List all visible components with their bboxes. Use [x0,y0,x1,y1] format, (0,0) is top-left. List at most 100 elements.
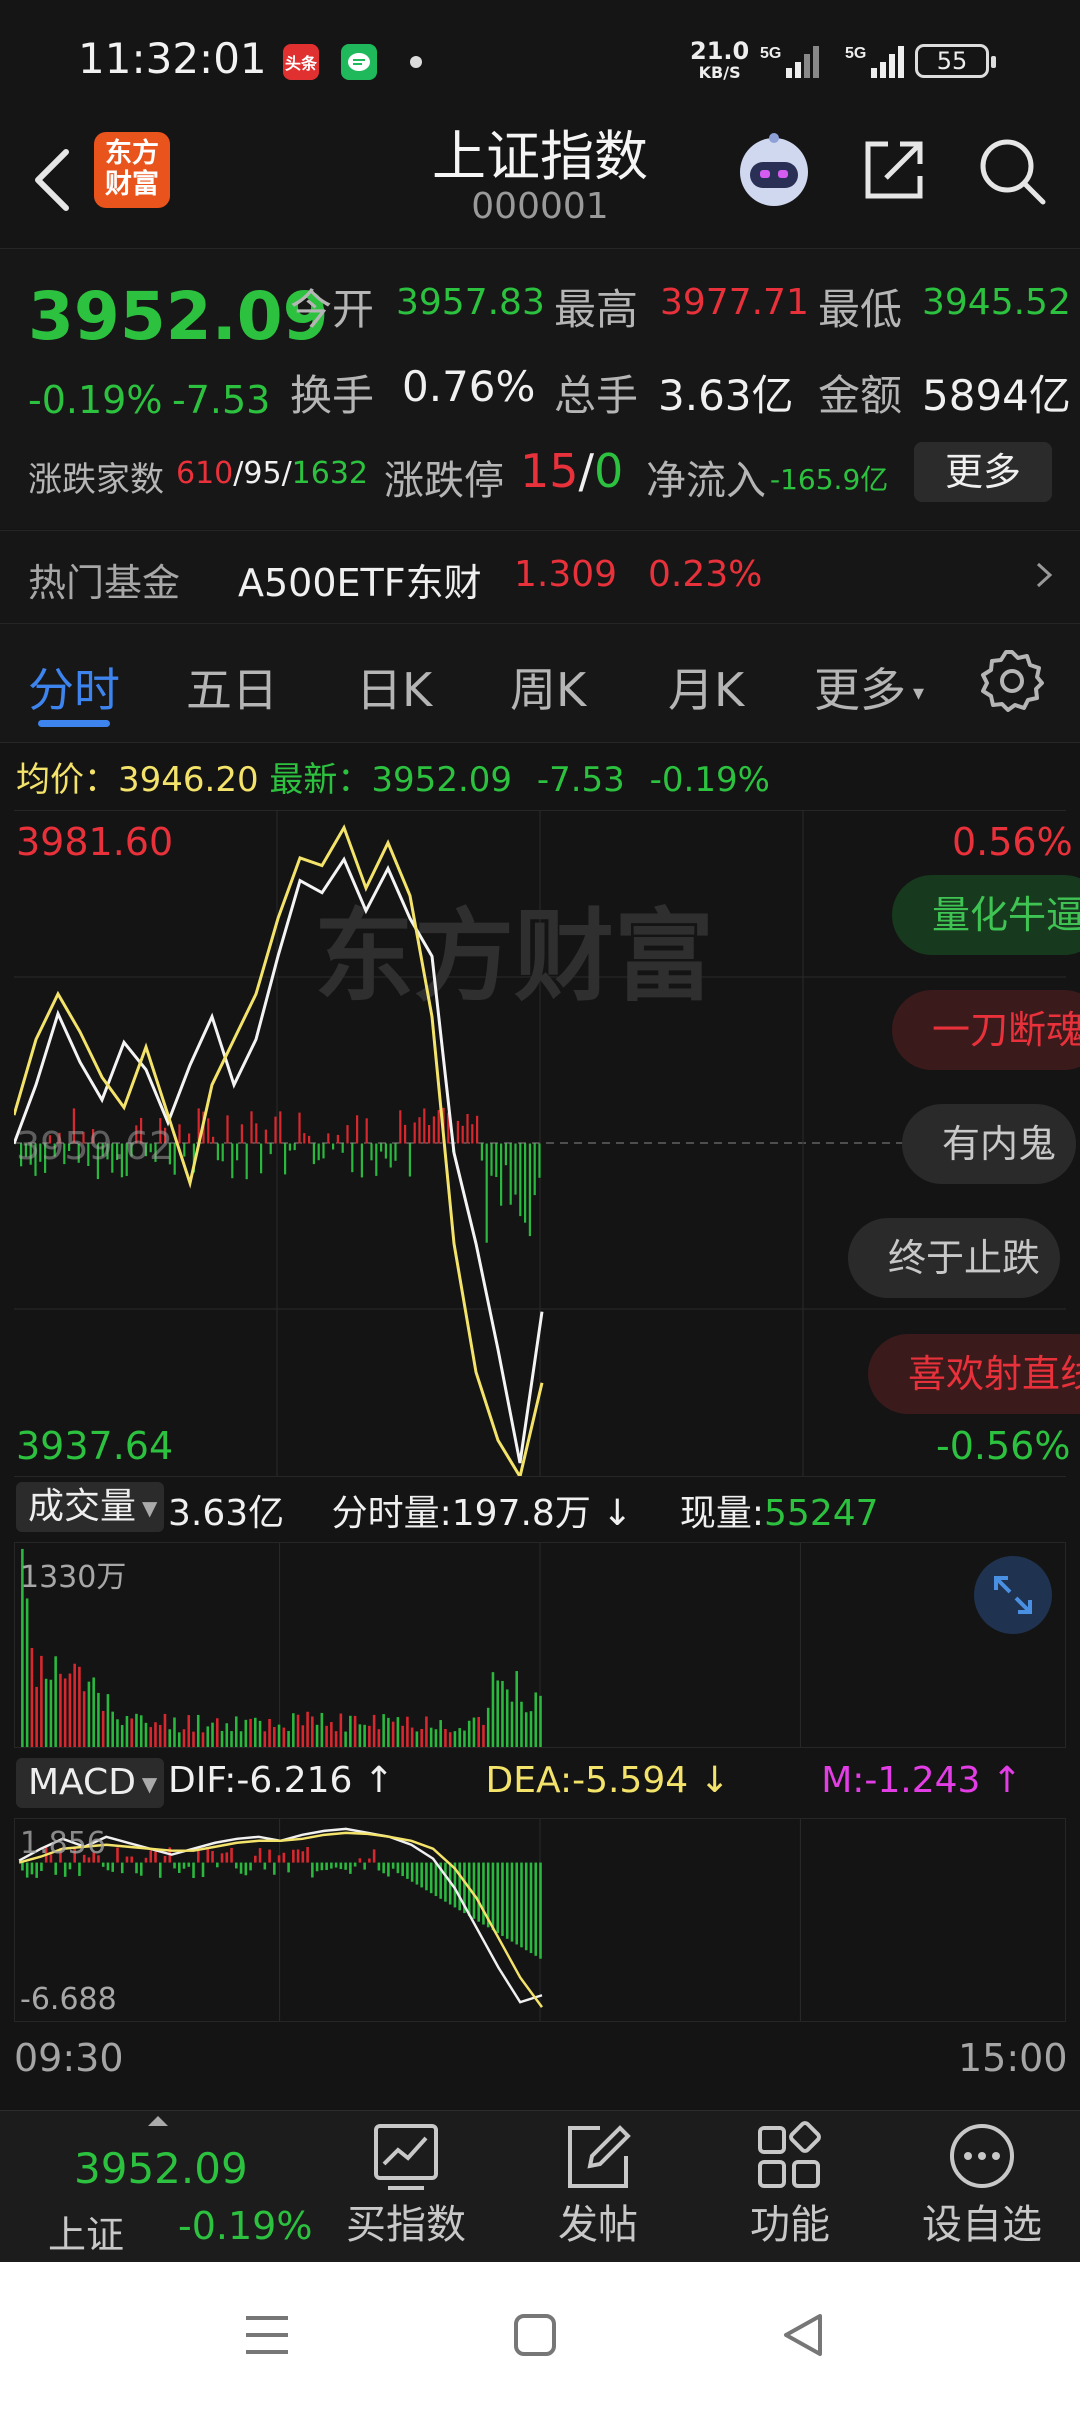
volume-bar [434,1729,438,1747]
breadth-label: 涨跌家数 [28,460,164,500]
buy-index-button[interactable]: 买指数 [316,2112,496,2262]
tab-five-day[interactable]: 五日 [186,654,278,720]
volume-label: 总手 [554,371,639,420]
svg-text:5G: 5G [845,45,866,62]
macd-bar [220,1853,224,1863]
macd-bar [330,1862,333,1869]
menu-icon[interactable] [244,2312,290,2358]
volume-bar [220,1730,224,1747]
macd-bar [387,1862,390,1877]
battery-icon: 55 [915,44,996,78]
flow-bar [495,1143,498,1177]
tab-intraday[interactable]: 分时 [28,654,120,720]
volume-bar [144,1722,148,1747]
macd-bottom-label: -6.688 [20,1982,117,2017]
volume-bar [510,1701,514,1747]
macd-bar [391,1862,395,1869]
macd-bar [182,1862,186,1869]
flow-bar [207,1118,210,1144]
flow-bar [308,1135,311,1144]
macd-bar [254,1855,257,1863]
macd-bar [163,1855,167,1863]
flow-bar [264,1129,267,1144]
macd-bar [482,1862,485,1925]
flow-bar [293,1143,296,1151]
comment-bubble[interactable]: 喜欢射直线 [868,1334,1080,1414]
volume-bar [344,1731,347,1747]
chart-pct-bottom: -0.56% [936,1424,1071,1468]
volume-bar [30,1647,34,1747]
flow-bar [408,1143,411,1177]
flow-bar [250,1111,253,1144]
volume-bar [35,1686,38,1747]
flow-bar [461,1125,464,1144]
post-button[interactable]: 发帖 [508,2112,688,2262]
comment-bubble[interactable]: 终于止跌 [848,1218,1061,1298]
macd-bar [249,1862,252,1871]
system-nav-bar [0,2262,1080,2412]
flow-bar [500,1143,503,1206]
volume-bar [358,1724,362,1747]
volume-bar [315,1724,319,1747]
flow-bar [274,1116,277,1144]
comment-bubble[interactable]: 一刀断魂 [892,990,1080,1070]
indicator-selector-volume[interactable]: 成交量 ▼ [16,1482,164,1532]
index-summary[interactable]: 3952.09 上证 -0.19% [0,2112,320,2262]
settings-gear-icon[interactable] [980,648,1044,712]
macd-bar [429,1862,433,1894]
flow-bar [528,1143,531,1237]
tab-daily-k[interactable]: 日K [356,654,432,720]
share-icon[interactable] [858,134,930,206]
add-watchlist-button[interactable]: 设自选 [892,2112,1072,2262]
macd-bar [21,1862,24,1871]
macd-bar [524,1862,528,1951]
macd-bar [315,1862,319,1872]
change-value: -7.53 [172,378,271,422]
volume-bar [429,1727,433,1747]
tab-weekly-k[interactable]: 周K [510,654,586,720]
back-nav-icon[interactable] [780,2310,826,2360]
volume-bar [501,1680,504,1747]
macd-top-label: 1.856 [20,1826,106,1861]
flow-bar [221,1143,224,1162]
macd-bar [401,1862,404,1877]
macd-bar [130,1856,134,1863]
comment-bubble[interactable]: 量化牛逼 [892,875,1080,955]
volume-bar [273,1726,276,1747]
flow-bar [524,1143,527,1223]
flow-bar [418,1117,421,1144]
current-price: 3952.09 [28,278,329,355]
macd-bar [520,1862,523,1948]
expand-icon[interactable] [974,1556,1052,1634]
volume-bar [520,1701,523,1747]
flow-bar [432,1116,435,1144]
limit-label: 涨跌停 [384,458,504,504]
flow-bar [538,1143,541,1178]
flow-bar [380,1143,383,1152]
flow-bar [327,1133,330,1144]
limit-values: 15/0 [520,444,624,498]
macd-info: DIF:-6.216 ↑ DEA:-5.594 ↓ M:-1.243 ↑ [168,1760,1023,1801]
search-icon[interactable] [975,134,1049,208]
macd-bar [287,1862,290,1873]
flow-bar [312,1143,315,1165]
more-button[interactable]: 更多 [914,442,1052,502]
tab-monthly-k[interactable]: 月K [668,654,744,720]
volume-bar [396,1717,400,1747]
volume-bar [244,1719,248,1747]
volume-bar [448,1732,452,1747]
comment-bubble[interactable]: 有内鬼 [902,1104,1077,1184]
volume-bar [163,1713,167,1747]
volume-bar [82,1691,86,1747]
amount-value: 5894亿 [922,371,1071,420]
volume-bar [439,1720,442,1747]
volume-bar [529,1711,533,1747]
volume-bar [201,1732,205,1747]
flow-bar [284,1143,287,1175]
functions-button[interactable]: 功能 [700,2112,880,2262]
volume-bar [59,1673,62,1747]
ai-robot-icon[interactable] [732,128,816,212]
tab-more[interactable]: 更多 ▾ [814,654,924,720]
indicator-selector-macd[interactable]: MACD ▼ [16,1758,164,1808]
home-icon[interactable] [512,2312,558,2358]
